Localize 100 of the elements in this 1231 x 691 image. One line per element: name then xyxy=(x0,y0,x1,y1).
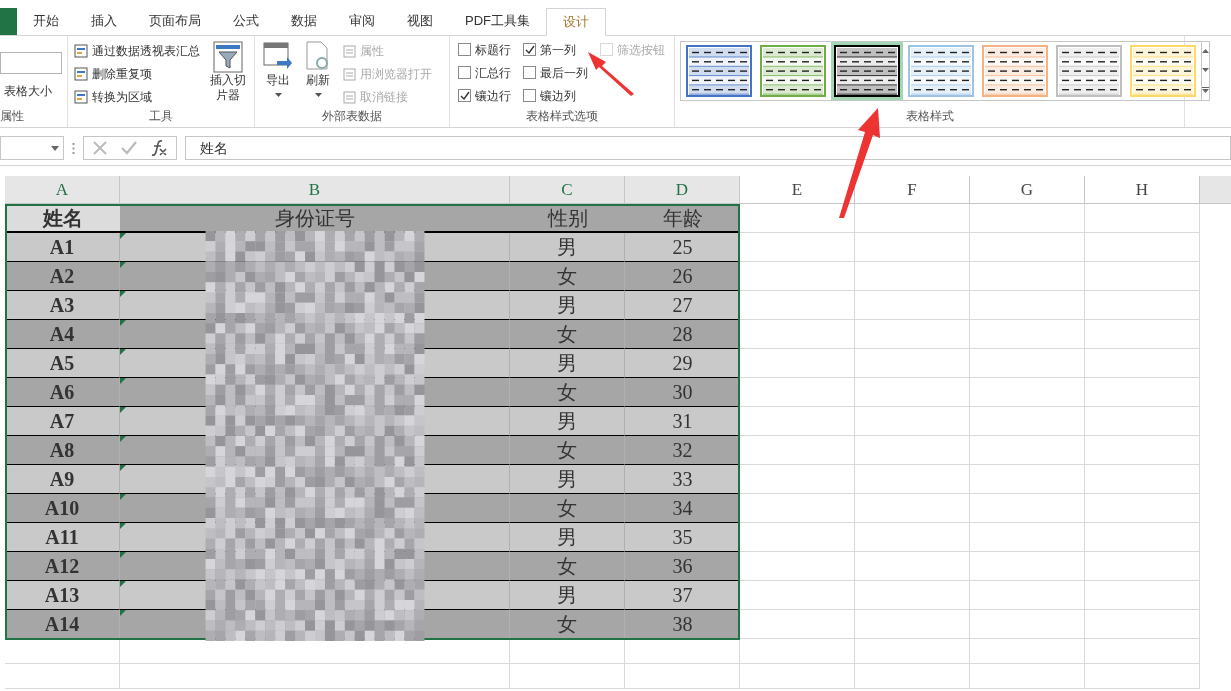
check-icon[interactable] xyxy=(120,140,138,156)
sheet-icon xyxy=(343,67,356,81)
table-cell: 女 xyxy=(510,378,625,407)
dropdown-caret-icon xyxy=(274,93,282,97)
table-size-field[interactable] xyxy=(0,51,62,74)
table-cell: 男 xyxy=(510,581,625,610)
table-style-swatch[interactable] xyxy=(760,45,826,97)
table-cell: A3 xyxy=(5,291,120,320)
table-cell: 女 xyxy=(510,494,625,523)
export-button[interactable]: 导出 xyxy=(263,41,293,107)
checkbox-label: 镶边列 xyxy=(540,87,576,105)
table-cell: 27 xyxy=(625,291,740,320)
table-cell: 37 xyxy=(625,581,740,610)
column-header[interactable]: G xyxy=(970,176,1085,203)
column-header[interactable]: B xyxy=(120,176,510,203)
more-styles-icon[interactable] xyxy=(1202,86,1209,93)
header-cell: 年龄 xyxy=(625,204,740,233)
checkbox[interactable] xyxy=(523,66,536,79)
table-cell: A11 xyxy=(5,523,120,552)
ribbon-tab[interactable]: 设计 xyxy=(546,8,606,36)
table-cell: 25 xyxy=(625,233,740,262)
checkbox[interactable] xyxy=(458,66,471,79)
table-cell: A14 xyxy=(5,610,120,639)
table-cell: 男 xyxy=(510,523,625,552)
checkbox[interactable] xyxy=(523,89,536,102)
scroll-up-icon[interactable] xyxy=(1202,49,1209,54)
table-tool-icon xyxy=(74,44,88,58)
group-label: 外部表数据 xyxy=(321,108,383,125)
table-cell: 34 xyxy=(625,494,740,523)
table-cell: 男 xyxy=(510,233,625,262)
column-header[interactable]: C xyxy=(510,176,625,203)
table-cell: 男 xyxy=(510,349,625,378)
insert-slicer-button[interactable]: 插入切片器 xyxy=(208,41,248,107)
dropdown-caret-icon xyxy=(51,145,59,151)
header-cell: 姓名 xyxy=(5,204,120,233)
ribbon-tab[interactable]: 数据 xyxy=(275,7,333,35)
dropdown-caret-icon xyxy=(314,93,322,97)
scroll-down-icon[interactable] xyxy=(1202,68,1209,72)
refresh-button[interactable]: 刷新 xyxy=(305,41,331,107)
table-style-swatch[interactable] xyxy=(834,45,900,97)
table-cell: 男 xyxy=(510,407,625,436)
column-header[interactable]: A xyxy=(5,176,120,203)
ribbon-tab[interactable]: 审阅 xyxy=(333,7,391,35)
function-icon[interactable] xyxy=(150,139,168,157)
table-cell: 31 xyxy=(625,407,740,436)
tool-button[interactable]: 删除重复项 xyxy=(74,64,200,84)
table-cell: 26 xyxy=(625,262,740,291)
formula-input[interactable]: 姓名 xyxy=(185,136,1231,160)
header-cell: 性别 xyxy=(510,204,625,233)
checkbox-label: 镶边行 xyxy=(475,87,511,105)
table-cell: A8 xyxy=(5,436,120,465)
table-cell: 38 xyxy=(625,610,740,639)
table-cell: A2 xyxy=(5,262,120,291)
table-cell: 36 xyxy=(625,552,740,581)
checkbox[interactable] xyxy=(523,43,536,56)
group-label: 表格样式选项 xyxy=(525,108,599,125)
table-cell: 男 xyxy=(510,291,625,320)
table-cell: A6 xyxy=(5,378,120,407)
table-cell: 女 xyxy=(510,320,625,349)
table-cell: A12 xyxy=(5,552,120,581)
table-tool-icon xyxy=(74,90,88,104)
drag-handle-icon[interactable] xyxy=(72,142,75,154)
ribbon-tab[interactable]: 页面布局 xyxy=(133,7,217,35)
ribbon-tab[interactable]: 插入 xyxy=(75,7,133,35)
table-cell: 35 xyxy=(625,523,740,552)
table-cell: A4 xyxy=(5,320,120,349)
table-cell: A13 xyxy=(5,581,120,610)
group-label: 属性 xyxy=(0,108,25,125)
checkbox-label: 最后一列 xyxy=(540,64,588,82)
table-cell: A1 xyxy=(5,233,120,262)
sheet-icon xyxy=(343,90,356,104)
table-cell: 女 xyxy=(510,436,625,465)
table-cell: 29 xyxy=(625,349,740,378)
group-label: 工具 xyxy=(148,108,174,125)
checkbox[interactable] xyxy=(458,89,471,102)
group-label: 表格样式 xyxy=(904,108,955,125)
sheet-icon xyxy=(343,44,356,58)
funnel-icon xyxy=(213,41,243,73)
tool-button[interactable]: 通过数据透视表汇总 xyxy=(74,41,200,61)
table-style-swatch[interactable] xyxy=(686,45,752,97)
table-cell: 30 xyxy=(625,378,740,407)
checkbox[interactable] xyxy=(458,43,471,56)
table-cell: 28 xyxy=(625,320,740,349)
checkbox-label: 筛选按钮 xyxy=(617,41,665,59)
tool-button[interactable]: 转换为区域 xyxy=(74,87,200,107)
ribbon-tab[interactable]: 视图 xyxy=(391,7,449,35)
table-cell: A10 xyxy=(5,494,120,523)
checkbox-label: 汇总行 xyxy=(475,64,511,82)
table-cell: A9 xyxy=(5,465,120,494)
resize-table-button[interactable]: 表格大小 xyxy=(0,81,67,100)
column-header[interactable]: F xyxy=(855,176,970,203)
column-header[interactable]: E xyxy=(740,176,855,203)
checkbox-label: 标题行 xyxy=(475,41,511,59)
table-tool-icon xyxy=(74,67,88,81)
column-header[interactable]: H xyxy=(1085,176,1200,203)
ribbon-tab[interactable]: 开始 xyxy=(17,7,75,35)
table-cell: A7 xyxy=(5,407,120,436)
ribbon-tab[interactable]: 公式 xyxy=(217,7,275,35)
document-refresh-icon xyxy=(305,41,331,71)
ribbon-tab[interactable]: PDF工具集 xyxy=(449,7,546,35)
